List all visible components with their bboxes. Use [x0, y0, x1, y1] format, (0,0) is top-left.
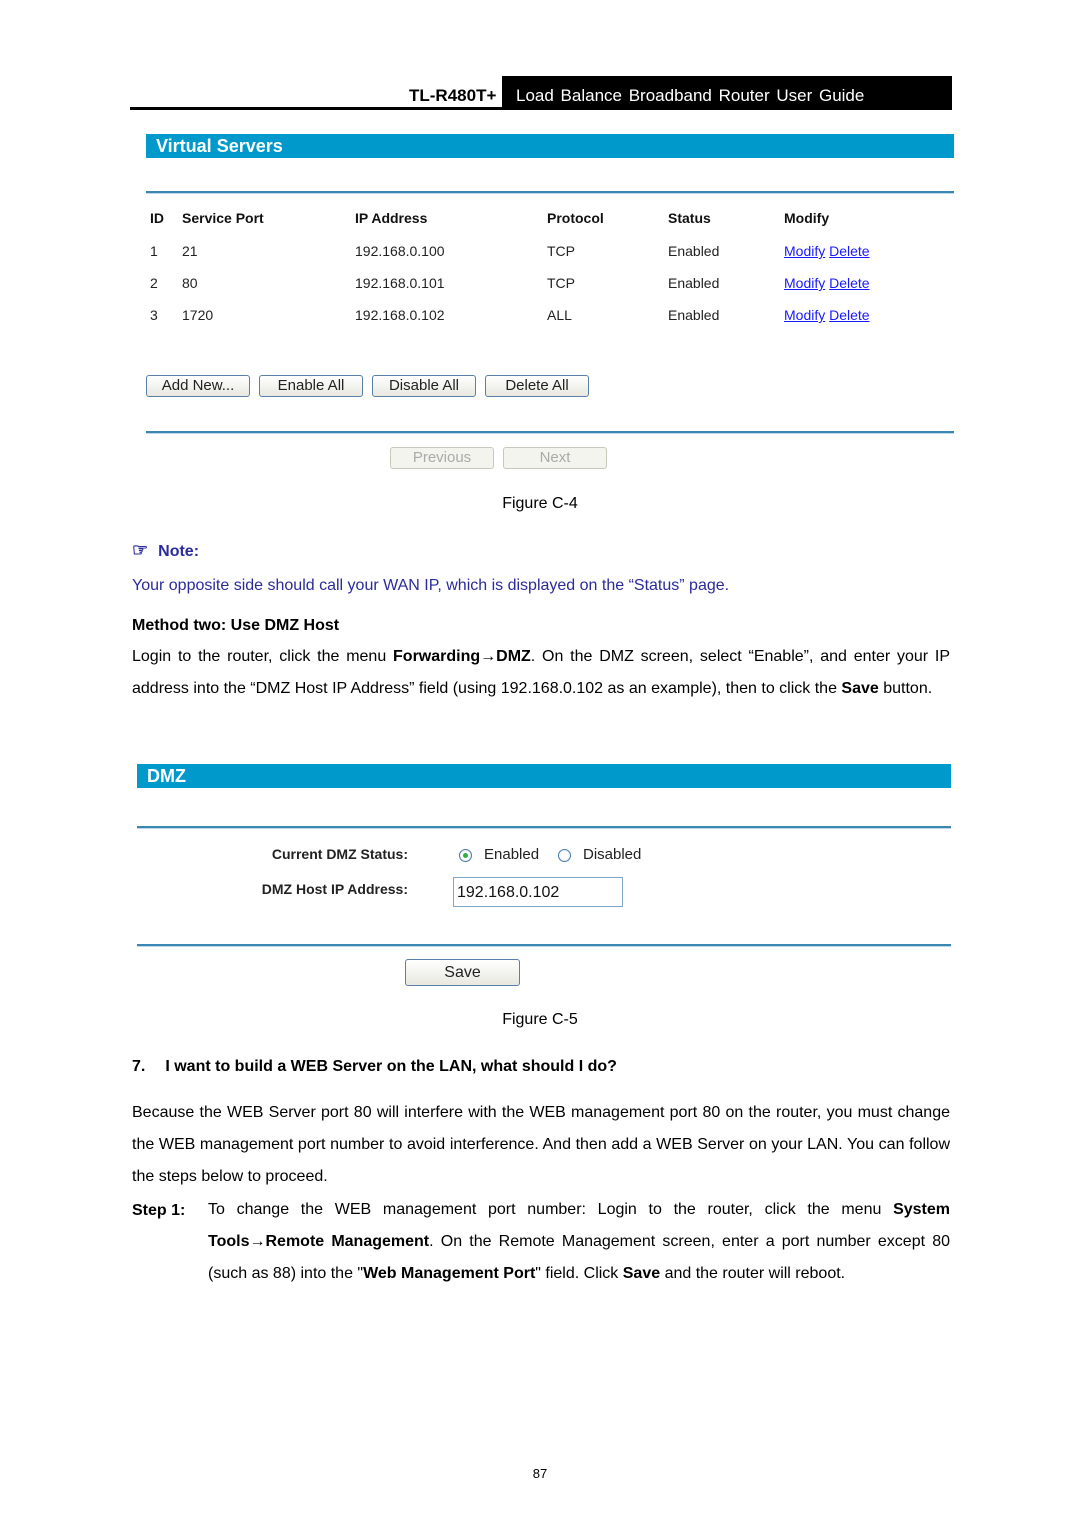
- col-modify: Modify: [784, 210, 830, 226]
- web-management-port-term: Web Management Port: [363, 1265, 536, 1282]
- save-term: Save: [622, 1265, 661, 1282]
- menu-path-remote-management: Remote Management: [265, 1233, 430, 1250]
- enable-all-button[interactable]: Enable All: [259, 375, 363, 397]
- arrow-icon: →: [480, 648, 497, 665]
- divider: [137, 944, 951, 947]
- table-row: 2 80 192.168.0.101 TCP Enabled Modify De…: [148, 275, 948, 295]
- cell-status: Enabled: [668, 243, 720, 259]
- cell-protocol: TCP: [547, 275, 575, 291]
- add-new-button[interactable]: Add New...: [146, 375, 250, 397]
- header-title: Load Balance Broadband Router User Guide: [516, 86, 865, 105]
- cell-protocol: TCP: [547, 243, 575, 259]
- modify-link[interactable]: Modify: [784, 307, 825, 323]
- col-status: Status: [668, 210, 711, 226]
- col-protocol: Protocol: [547, 210, 604, 226]
- save-button[interactable]: Save: [405, 959, 520, 986]
- delete-all-button[interactable]: Delete All: [485, 375, 589, 397]
- disabled-label: Disabled: [583, 846, 642, 863]
- cell-status: Enabled: [668, 307, 720, 323]
- text: button.: [878, 680, 933, 697]
- cell-ip: 192.168.0.100: [355, 243, 445, 259]
- cell-ip: 192.168.0.102: [355, 307, 445, 323]
- dmz-host-ip-input[interactable]: 192.168.0.102: [453, 877, 623, 907]
- header-rule: [130, 107, 952, 110]
- method-two-heading: Method two: Use DMZ Host: [132, 617, 340, 634]
- virtual-servers-title-bar: Virtual Servers: [146, 134, 954, 158]
- table-row: 3 1720 192.168.0.102 ALL Enabled Modify …: [148, 307, 948, 327]
- step-1-text: To change the WEB management port number…: [208, 1194, 950, 1290]
- cell-id: 2: [150, 275, 158, 291]
- next-button[interactable]: Next: [503, 447, 607, 469]
- arrow-icon: →: [249, 1233, 266, 1250]
- cell-status: Enabled: [668, 275, 720, 291]
- previous-button[interactable]: Previous: [390, 447, 494, 469]
- page-number: 87: [532, 1466, 548, 1481]
- text: To change the WEB management port number…: [208, 1201, 894, 1218]
- dmz-title: DMZ: [147, 766, 186, 786]
- section-title: I want to build a WEB Server on the LAN,…: [165, 1058, 617, 1075]
- cell-id: 1: [150, 243, 158, 259]
- divider: [137, 826, 951, 829]
- disable-all-button[interactable]: Disable All: [372, 375, 476, 397]
- cell-service-port: 1720: [182, 307, 214, 323]
- section-7-paragraph: Because the WEB Server port 80 will inte…: [132, 1104, 950, 1185]
- divider: [146, 431, 954, 434]
- enabled-radio[interactable]: [459, 849, 472, 862]
- figure-caption-c4: Figure C-4: [502, 495, 578, 512]
- text: Login to the router, click the menu: [132, 648, 394, 665]
- text: " field. Click: [535, 1265, 623, 1282]
- dmz-host-ip-label: DMZ Host IP Address:: [261, 881, 408, 897]
- section-number: 7.: [132, 1058, 146, 1075]
- step-1-label: Step 1:: [132, 1202, 186, 1219]
- dmz-status-label: Current DMZ Status:: [271, 846, 408, 862]
- modify-link[interactable]: Modify: [784, 275, 825, 291]
- text: and the router will reboot.: [660, 1265, 846, 1282]
- delete-link[interactable]: Delete: [829, 243, 869, 259]
- pointing-hand-icon: ☞: [132, 540, 149, 560]
- header-model: TL-R480T+: [409, 86, 497, 105]
- method-two-paragraph: Login to the router, click the menu Forw…: [132, 641, 950, 705]
- table-row: 1 21 192.168.0.100 TCP Enabled Modify De…: [148, 243, 948, 263]
- save-term: Save: [841, 680, 879, 697]
- note-label: Note:: [158, 543, 200, 560]
- figure-caption-c5: Figure C-5: [502, 1011, 578, 1028]
- table-header: ID Service Port IP Address Protocol Stat…: [148, 210, 948, 230]
- delete-link[interactable]: Delete: [829, 275, 869, 291]
- disabled-radio[interactable]: [558, 849, 571, 862]
- col-ip-address: IP Address: [355, 210, 428, 226]
- virtual-servers-title: Virtual Servers: [156, 136, 283, 156]
- dmz-title-bar: DMZ: [137, 764, 951, 788]
- cell-service-port: 21: [182, 243, 198, 259]
- note-text: Your opposite side should call your WAN …: [132, 577, 730, 594]
- cell-protocol: ALL: [547, 307, 572, 323]
- cell-ip: 192.168.0.101: [355, 275, 445, 291]
- note-header: ☞ Note:: [132, 540, 199, 561]
- divider: [146, 191, 954, 194]
- menu-path-dmz: DMZ: [496, 648, 531, 665]
- enabled-label: Enabled: [484, 846, 540, 863]
- modify-link[interactable]: Modify: [784, 243, 825, 259]
- cell-service-port: 80: [182, 275, 198, 291]
- section-7-heading: 7. I want to build a WEB Server on the LA…: [132, 1058, 617, 1076]
- cell-id: 3: [150, 307, 158, 323]
- col-id: ID: [150, 210, 164, 226]
- menu-path-forwarding: Forwarding: [393, 648, 481, 665]
- col-service-port: Service Port: [182, 210, 264, 226]
- delete-link[interactable]: Delete: [829, 307, 869, 323]
